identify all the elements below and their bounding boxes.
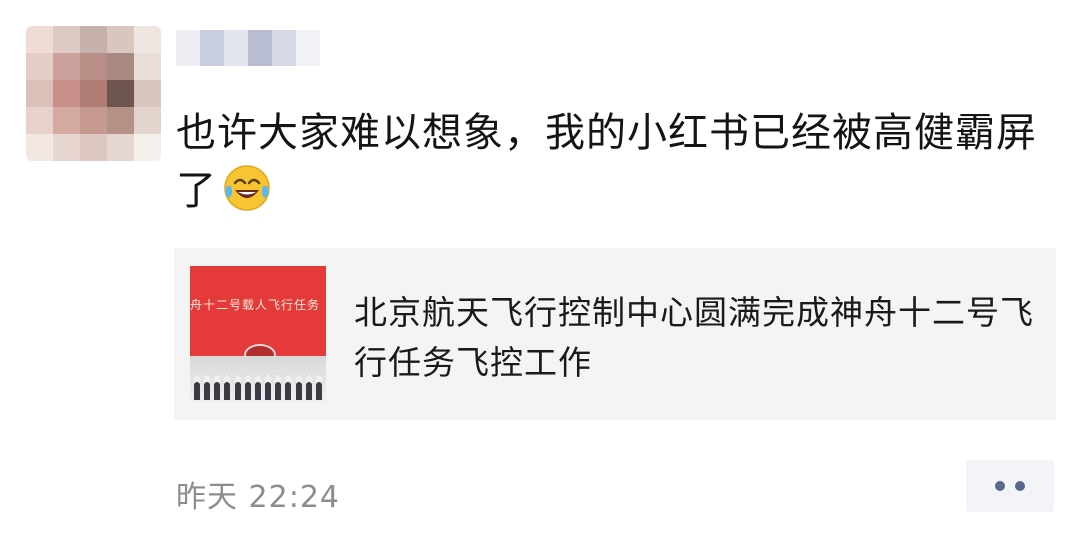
more-dots-icon [1015,481,1025,491]
laughing-with-tears-emoji [224,165,270,211]
more-options-button[interactable] [966,460,1054,512]
thumbnail-group-photo [194,366,322,400]
avatar[interactable] [26,26,161,161]
moments-post: 也许大家难以想象，我的小红书已经被高健霸屏了 舟十二号载人飞行任务 北京航天飞行… [0,0,1080,554]
post-text-content: 也许大家难以想象，我的小红书已经被高健霸屏了 [176,110,1037,214]
post-timestamp: 昨天 22:24 [176,480,340,515]
username-blurred[interactable] [176,30,320,66]
link-card-title: 北京航天飞行控制中心圆满完成神舟十二号飞行任务飞控工作 [354,293,1034,382]
shared-link-card[interactable]: 舟十二号载人飞行任务 北京航天飞行控制中心圆满完成神舟十二号飞行任务飞控工作 [174,248,1056,420]
post-text: 也许大家难以想象，我的小红书已经被高健霸屏了 [176,104,1056,220]
link-thumbnail: 舟十二号载人飞行任务 [190,266,326,402]
more-dots-icon [995,481,1005,491]
thumbnail-banner-text: 舟十二号载人飞行任务 [190,298,321,312]
